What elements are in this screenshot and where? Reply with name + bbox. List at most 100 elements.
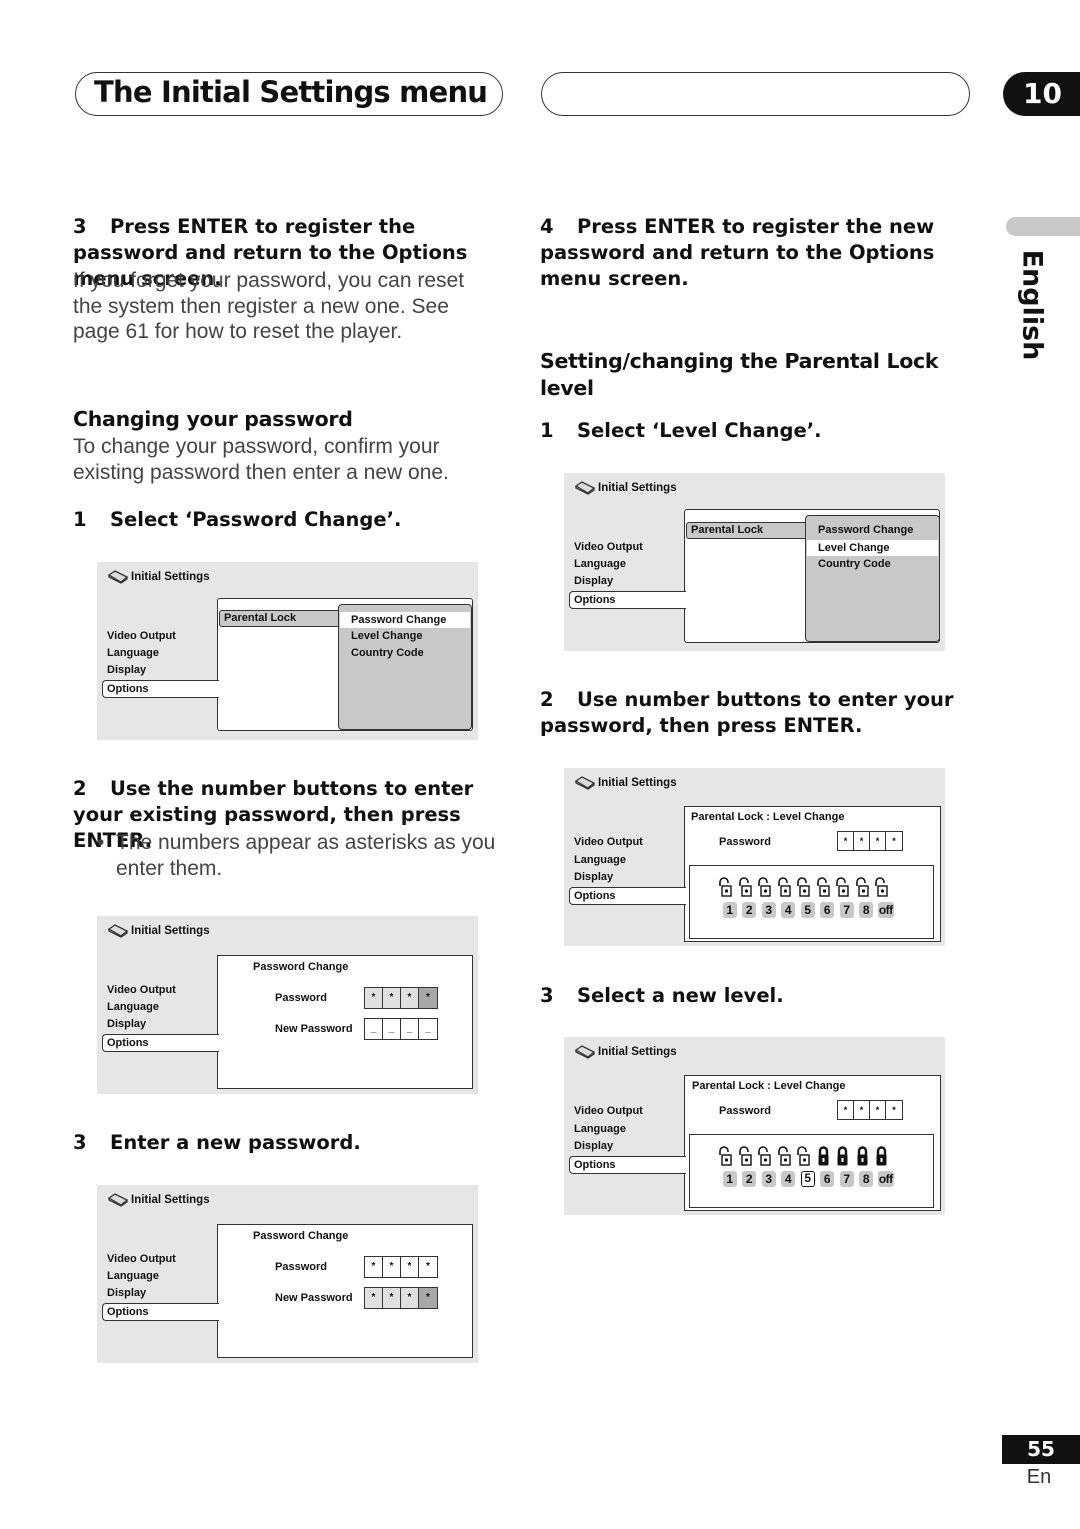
- language-label: English: [1016, 249, 1048, 361]
- disc-player-icon: [574, 776, 596, 790]
- osd-submenu-item-country-code[interactable]: Country Code: [351, 647, 424, 659]
- osd-title: Initial Settings: [107, 570, 210, 584]
- page-title: The Initial Settings menu: [94, 75, 488, 109]
- osd-submenu-item-level-change[interactable]: Level Change: [807, 540, 938, 556]
- level-option-2[interactable]: 2: [740, 1171, 760, 1187]
- unlocked-padlock-icon: [717, 1145, 737, 1167]
- osd-menu-video-output[interactable]: Video Output: [107, 1253, 176, 1265]
- osd-password-label: Password: [719, 836, 771, 848]
- osd-new-password-field[interactable]: _ _ _ _: [364, 1018, 438, 1040]
- level-option-3[interactable]: 3: [759, 1171, 779, 1187]
- osd-menu-language[interactable]: Language: [574, 558, 626, 570]
- level-option-8[interactable]: 8: [857, 1171, 877, 1187]
- osd-menu-video-output[interactable]: Video Output: [107, 630, 176, 642]
- unlocked-padlock-icon: [756, 1145, 776, 1167]
- locked-padlock-icon: [873, 1145, 893, 1167]
- level-option-off[interactable]: off: [876, 1171, 896, 1187]
- chapter-number: 10: [1003, 72, 1080, 116]
- level-option-7[interactable]: 7: [837, 1171, 857, 1187]
- osd-submenu-item-level-change[interactable]: Level Change: [351, 630, 423, 642]
- step-4-register-new-password: 4 Press ENTER to register the new passwor…: [540, 215, 935, 290]
- unlocked-padlock-icon: [737, 876, 757, 898]
- osd-password-field[interactable]: * * * *: [837, 831, 903, 851]
- osd-submenu-item-country-code[interactable]: Country Code: [818, 558, 891, 570]
- osd-submenu-item-password-change[interactable]: Password Change: [340, 612, 470, 628]
- osd-menu-display[interactable]: Display: [107, 1018, 146, 1030]
- level-option-1[interactable]: 1: [720, 902, 740, 918]
- osd-menu-video-output[interactable]: Video Output: [107, 984, 176, 996]
- osd-menu-display[interactable]: Display: [574, 575, 613, 587]
- osd-panel-title: Password Change: [253, 1230, 349, 1242]
- osd-panel-title: Parental Lock : Level Change: [692, 1080, 846, 1092]
- unlocked-padlock-icon: [776, 876, 796, 898]
- unlocked-padlock-icon: [756, 876, 776, 898]
- osd-menu-options[interactable]: Options: [569, 887, 686, 905]
- lock-icons-row: [717, 876, 893, 898]
- osd-menu-display[interactable]: Display: [107, 1287, 146, 1299]
- level-option-4[interactable]: 4: [779, 902, 799, 918]
- osd-password-field[interactable]: * * * *: [837, 1100, 903, 1120]
- osd-parental-lock-item[interactable]: Parental Lock: [219, 610, 340, 627]
- level-option-2[interactable]: 2: [740, 902, 760, 918]
- osd-menu-options[interactable]: Options: [569, 1156, 686, 1174]
- osd-password-field[interactable]: * * * *: [364, 987, 438, 1009]
- osd-menu-video-output[interactable]: Video Output: [574, 1105, 643, 1117]
- osd-menu-language[interactable]: Language: [574, 854, 626, 866]
- osd-level-selector: 1 2 3 4 5 6 7 8 off: [689, 865, 934, 939]
- language-tab-bar: [1006, 217, 1080, 236]
- osd-menu-display[interactable]: Display: [574, 871, 613, 883]
- level-option-3[interactable]: 3: [759, 902, 779, 918]
- osd-parental-lock-item[interactable]: Parental Lock: [686, 522, 807, 539]
- locked-padlock-icon: [815, 1145, 835, 1167]
- osd-menu-language[interactable]: Language: [574, 1123, 626, 1135]
- osd-menu-video-output[interactable]: Video Output: [574, 541, 643, 553]
- section-title-changing-password: Changing your password: [73, 407, 353, 431]
- osd-menu-language[interactable]: Language: [107, 1001, 159, 1013]
- osd-menu-options[interactable]: Options: [102, 680, 219, 698]
- osd-submenu-panel: Password Change Level Change Country Cod…: [338, 604, 472, 730]
- osd-new-password-field[interactable]: * * * *: [364, 1287, 438, 1309]
- level-option-1[interactable]: 1: [720, 1171, 740, 1187]
- osd-title: Initial Settings: [574, 481, 677, 495]
- osd-password-label: Password: [275, 992, 327, 1004]
- level-option-8[interactable]: 8: [857, 902, 877, 918]
- level-option-6[interactable]: 6: [818, 1171, 838, 1187]
- osd-submenu-panel: Password Change Level Change Country Cod…: [805, 515, 940, 642]
- level-option-off[interactable]: off: [876, 902, 896, 918]
- osd-panel-title: Password Change: [253, 961, 349, 973]
- osd-menu-options[interactable]: Options: [102, 1303, 219, 1321]
- disc-player-icon: [107, 570, 129, 584]
- level-option-4[interactable]: 4: [779, 1171, 799, 1187]
- unlocked-padlock-icon: [815, 876, 835, 898]
- unlocked-padlock-icon: [854, 876, 874, 898]
- osd-menu-display[interactable]: Display: [107, 664, 146, 676]
- level-option-5[interactable]: 5: [798, 902, 818, 918]
- osd-menu-language[interactable]: Language: [107, 647, 159, 659]
- disc-player-icon: [107, 1193, 129, 1207]
- level-numbers-row: 1 2 3 4 5 6 7 8 off: [720, 1171, 896, 1187]
- step-1-select-password-change: 1 Select ‘Password Change’.: [73, 508, 402, 531]
- step-3-enter-new-password: 3 Enter a new password.: [73, 1131, 361, 1154]
- unlocked-padlock-icon: [737, 1145, 757, 1167]
- osd-title: Initial Settings: [107, 924, 210, 938]
- section-title-parental-lock-level: Setting/changing the Parental Lock level: [540, 349, 939, 400]
- osd-screen-select-level-change: Initial Settings Parental Lock Password …: [564, 473, 945, 651]
- level-option-6[interactable]: 6: [818, 902, 838, 918]
- osd-password-field[interactable]: * * * *: [364, 1256, 438, 1278]
- osd-submenu-item-password-change[interactable]: Password Change: [818, 524, 913, 536]
- osd-screen-enter-new-password: Initial Settings Password Change Passwor…: [97, 1185, 478, 1363]
- osd-password-label: Password: [275, 1261, 327, 1273]
- level-option-7[interactable]: 7: [837, 902, 857, 918]
- osd-menu-options[interactable]: Options: [102, 1034, 219, 1052]
- level-option-5[interactable]: 5: [798, 1171, 818, 1187]
- locked-padlock-icon: [854, 1145, 874, 1167]
- unlocked-padlock-icon: [873, 876, 893, 898]
- osd-menu-display[interactable]: Display: [574, 1140, 613, 1152]
- step-1-select-level-change: 1 Select ‘Level Change’.: [540, 419, 822, 442]
- osd-new-password-label: New Password: [275, 1023, 353, 1035]
- osd-menu-video-output[interactable]: Video Output: [574, 836, 643, 848]
- osd-menu-options[interactable]: Options: [569, 591, 686, 609]
- unlocked-padlock-icon: [795, 1145, 815, 1167]
- section-body-changing-password: To change your password, confirm your ex…: [73, 435, 449, 484]
- osd-menu-language[interactable]: Language: [107, 1270, 159, 1282]
